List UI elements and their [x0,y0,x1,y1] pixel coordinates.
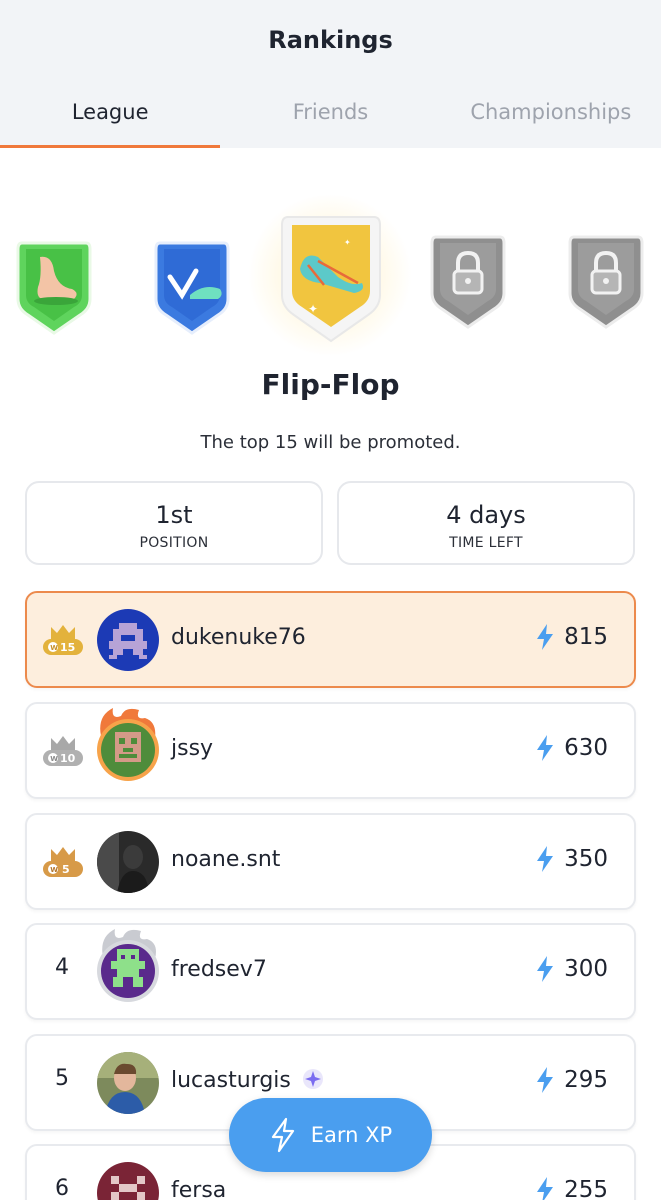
locked-badge-icon[interactable] [566,231,646,335]
svg-text:W: W [50,866,58,874]
promotion-text: The top 15 will be promoted. [200,432,461,453]
foot-badge-icon[interactable] [14,237,94,341]
position-card: 1st POSITION [25,481,323,565]
username-text: lucasturgis [171,1068,291,1093]
leaderboard-row[interactable]: W 15 dukenuke76 815 [25,591,636,688]
gold-crown-icon: W 15 [41,619,85,663]
svg-text:W: W [50,644,58,652]
position-label: POSITION [139,535,209,551]
bronze-crown-icon: W 5 [41,841,85,885]
username: lucasturgis [171,1068,324,1093]
avatar [97,1162,159,1200]
xp-value: 630 [564,735,608,761]
page-title: Rankings [268,26,393,54]
username: fersa [171,1178,227,1200]
username: jssy [171,736,214,761]
rank-number: 5 [55,1066,69,1091]
username: dukenuke76 [171,625,306,650]
xp-bolt-icon [537,846,554,872]
top-bar: Rankings League Friends Championships [0,0,661,148]
xp-score: 295 [536,1067,608,1093]
active-tab-indicator [0,145,220,148]
time-left-value: 4 days [446,501,526,529]
earn-xp-button[interactable]: Earn XP [229,1098,432,1172]
position-value: 1st [155,501,193,529]
tab-bar: League Friends Championships [0,96,661,148]
avatar [97,708,159,782]
svg-text:✦: ✦ [308,302,318,316]
xp-bolt-icon [537,1067,554,1093]
xp-score: 815 [536,624,608,650]
avatar [97,831,159,893]
svg-text:✦: ✦ [344,238,351,247]
xp-score: 255 [536,1177,608,1200]
xp-value: 300 [564,956,608,982]
xp-value: 255 [564,1177,608,1200]
lightning-icon [271,1117,294,1153]
xp-bolt-icon [537,956,554,982]
tab-championships[interactable]: Championships [441,96,661,148]
avatar [97,609,159,671]
xp-score: 350 [536,846,608,872]
leaderboard-row[interactable]: 4 fredsev7 300 [25,923,636,1020]
flip-flop-badge-icon[interactable]: ✦ ✦ [278,211,384,349]
svg-text:W: W [50,755,58,763]
xp-bolt-icon [537,735,554,761]
xp-score: 630 [536,735,608,761]
time-left-card: 4 days TIME LEFT [337,481,635,565]
slipper-badge-icon[interactable] [152,237,232,341]
xp-score: 300 [536,956,608,982]
tab-friends[interactable]: Friends [220,96,440,148]
xp-bolt-icon [537,624,554,650]
tab-league[interactable]: League [0,96,220,148]
premium-sparkle-icon [302,1069,323,1089]
leaderboard-row[interactable]: W 5 noane.snt 350 [25,813,636,910]
avatar [97,1052,159,1114]
xp-value: 350 [564,846,608,872]
leaderboard-row[interactable]: W 10 jssy 630 [25,702,636,799]
avatar [97,929,159,1003]
earn-xp-label: Earn XP [310,1123,393,1147]
xp-value: 295 [564,1067,608,1093]
xp-value: 815 [564,624,608,650]
rank-number: 6 [55,1176,69,1200]
username: fredsev7 [171,957,267,982]
username: noane.snt [171,847,281,872]
svg-text:5: 5 [62,863,70,876]
xp-bolt-icon [537,1177,554,1200]
rank-number: 4 [55,955,69,980]
league-badges: ✦ ✦ [0,195,661,355]
league-name: Flip-Flop [261,368,400,401]
locked-badge-icon[interactable] [428,231,508,335]
svg-text:10: 10 [60,752,76,765]
svg-text:15: 15 [60,641,75,654]
silver-crown-icon: W 10 [41,730,85,774]
time-left-label: TIME LEFT [449,535,523,551]
